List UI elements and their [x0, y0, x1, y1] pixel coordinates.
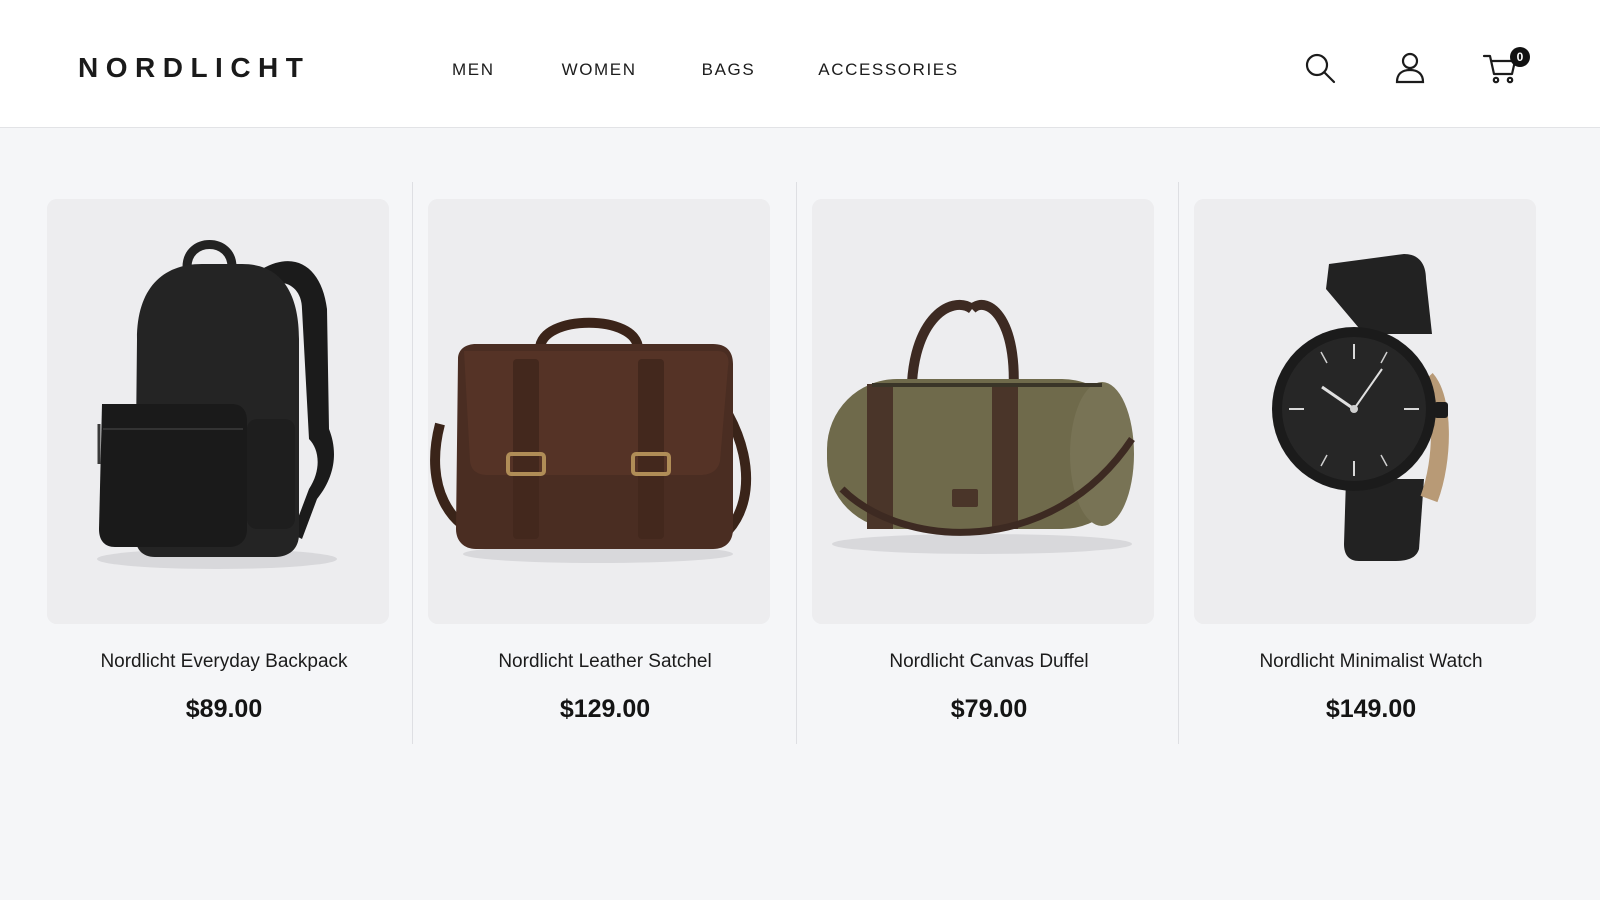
product-grid: Nordlicht Everyday Backpack $89.00 Nordl…	[32, 182, 1568, 744]
product-price: $79.00	[950, 695, 1028, 723]
nav-item-men[interactable]: MEN	[452, 60, 495, 80]
product-name[interactable]: Nordlicht Canvas Duffel	[797, 650, 1181, 674]
nav-item-accessories[interactable]: ACCESSORIES	[818, 60, 958, 80]
product-image-watch[interactable]	[1194, 199, 1536, 624]
product-image-backpack[interactable]	[47, 199, 389, 624]
product-name[interactable]: Nordlicht Everyday Backpack	[32, 650, 416, 674]
nav-item-women[interactable]: WOMEN	[562, 60, 637, 80]
product-name[interactable]: Nordlicht Minimalist Watch	[1179, 650, 1563, 674]
user-icon[interactable]	[1392, 50, 1428, 86]
product-card[interactable]: Nordlicht Everyday Backpack $89.00	[32, 182, 416, 744]
product-card[interactable]: Nordlicht Canvas Duffel $79.00	[796, 182, 1180, 744]
product-price: $89.00	[185, 695, 263, 723]
product-image-duffel[interactable]	[812, 199, 1154, 624]
cart-count-badge: 0	[1510, 47, 1530, 67]
main-nav: MEN WOMEN BAGS ACCESSORIES	[452, 60, 959, 80]
product-price: $149.00	[1325, 695, 1417, 723]
product-price: $129.00	[559, 695, 651, 723]
product-card[interactable]: Nordlicht Minimalist Watch $149.00	[1178, 182, 1562, 744]
nav-item-bags[interactable]: BAGS	[702, 60, 756, 80]
brand-logo[interactable]: NORDLICHT	[78, 52, 310, 84]
search-icon[interactable]	[1302, 50, 1338, 86]
product-card[interactable]: Nordlicht Leather Satchel $129.00	[412, 182, 796, 744]
product-image-satchel[interactable]	[428, 199, 770, 624]
product-name[interactable]: Nordlicht Leather Satchel	[413, 650, 797, 674]
site-header: NORDLICHT MEN WOMEN BAGS ACCESSORIES 0	[0, 0, 1600, 128]
